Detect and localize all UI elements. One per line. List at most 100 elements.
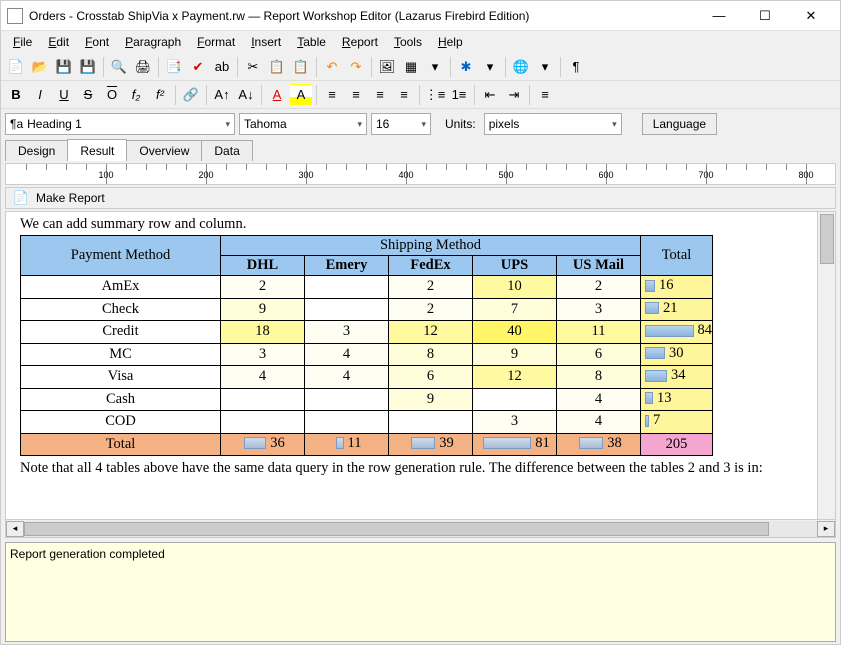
- font-shrink-icon[interactable]: A↓: [235, 84, 257, 106]
- preview-icon[interactable]: 🖨: [132, 56, 154, 78]
- cut-icon[interactable]: ✂: [242, 56, 264, 78]
- align-left-icon[interactable]: ≡: [321, 84, 343, 106]
- superscript-button[interactable]: f²: [149, 84, 171, 106]
- subscript-button[interactable]: f₂: [125, 84, 147, 106]
- table-dd-icon[interactable]: ▾: [424, 56, 446, 78]
- data-cell: 2: [557, 276, 641, 299]
- outdent-icon[interactable]: ⇤: [479, 84, 501, 106]
- indent-icon[interactable]: ⇥: [503, 84, 525, 106]
- tab-data[interactable]: Data: [201, 140, 252, 161]
- undo-icon[interactable]: ↶: [321, 56, 343, 78]
- globe-icon[interactable]: 🌐: [510, 56, 532, 78]
- underline-button[interactable]: U: [53, 84, 75, 106]
- align-justify-icon[interactable]: ≡: [393, 84, 415, 106]
- italic-button[interactable]: I: [29, 84, 51, 106]
- new-icon[interactable]: 📄: [5, 56, 27, 78]
- data-cell: 4: [557, 411, 641, 434]
- ruler[interactable]: 100200300400500600700800: [5, 163, 836, 185]
- strike-button[interactable]: S: [77, 84, 99, 106]
- data-cell: [389, 411, 473, 434]
- link-icon[interactable]: 🔗: [180, 84, 202, 106]
- options-icon[interactable]: ✱: [455, 56, 477, 78]
- align-center-icon[interactable]: ≡: [345, 84, 367, 106]
- table-row: AmEx2210216: [21, 276, 713, 299]
- hscroll-left-button[interactable]: ◂: [6, 521, 24, 537]
- menu-table[interactable]: Table: [289, 32, 334, 52]
- menu-font[interactable]: Font: [77, 32, 117, 52]
- open-icon[interactable]: 📂: [29, 56, 51, 78]
- linespace-icon[interactable]: ≡: [534, 84, 556, 106]
- row-total: 13: [641, 388, 713, 411]
- col-header: Emery: [305, 256, 389, 276]
- hscroll-thumb[interactable]: [24, 522, 769, 536]
- data-cell: 9: [473, 343, 557, 366]
- menu-edit[interactable]: Edit: [40, 32, 77, 52]
- image-icon[interactable]: 🖼: [376, 56, 398, 78]
- menu-file[interactable]: File: [5, 32, 40, 52]
- redo-icon[interactable]: ↷: [345, 56, 367, 78]
- copy-icon[interactable]: 📋: [266, 56, 288, 78]
- data-cell: 3: [305, 321, 389, 344]
- maximize-button[interactable]: ☐: [742, 1, 788, 31]
- numbering-icon[interactable]: 1≡: [448, 84, 470, 106]
- vertical-scrollbar[interactable]: [817, 212, 835, 519]
- vscroll-thumb[interactable]: [820, 214, 834, 264]
- thesaurus-icon[interactable]: ab: [211, 56, 233, 78]
- view-tabs: DesignResultOverviewData: [1, 139, 840, 161]
- find-icon[interactable]: 🔍: [108, 56, 130, 78]
- close-button[interactable]: ✕: [788, 1, 834, 31]
- hscroll-track[interactable]: [24, 521, 817, 537]
- reading-icon[interactable]: 📑: [163, 56, 185, 78]
- save-icon[interactable]: 💾: [53, 56, 75, 78]
- font-family-value: Tahoma: [244, 117, 287, 131]
- table-icon[interactable]: ▦: [400, 56, 422, 78]
- make-report-icon[interactable]: 📄: [10, 187, 32, 209]
- table-row: Credit18312401184: [21, 321, 713, 344]
- menu-help[interactable]: Help: [430, 32, 471, 52]
- font-size-value: 16: [376, 117, 389, 131]
- toolbar-style: ¶a Heading 1 ▾ Tahoma ▾ 16 ▾ Units: pixe…: [1, 109, 840, 139]
- data-cell: 2: [221, 276, 305, 299]
- font-size-combo[interactable]: 16 ▾: [371, 113, 431, 135]
- make-report-label[interactable]: Make Report: [36, 191, 105, 205]
- menu-format[interactable]: Format: [189, 32, 243, 52]
- ruler-mark: 600: [598, 170, 613, 180]
- paragraph-style-combo[interactable]: ¶a Heading 1 ▾: [5, 113, 235, 135]
- highlight-icon[interactable]: A: [290, 84, 312, 106]
- menu-report[interactable]: Report: [334, 32, 386, 52]
- paste-icon[interactable]: 📋: [290, 56, 312, 78]
- menu-tools[interactable]: Tools: [386, 32, 430, 52]
- language-button[interactable]: Language: [642, 113, 717, 135]
- overline-button[interactable]: O: [101, 84, 123, 106]
- data-cell: [473, 388, 557, 411]
- tab-design[interactable]: Design: [5, 140, 68, 161]
- chevron-down-icon: ▾: [357, 119, 362, 130]
- chevron-down-icon: ▾: [612, 119, 617, 130]
- data-cell: [221, 411, 305, 434]
- align-right-icon[interactable]: ≡: [369, 84, 391, 106]
- tab-result[interactable]: Result: [67, 139, 127, 161]
- data-cell: 4: [221, 366, 305, 389]
- options-dd-icon[interactable]: ▾: [479, 56, 501, 78]
- col-total: 11: [305, 433, 389, 456]
- tab-overview[interactable]: Overview: [126, 140, 202, 161]
- bullets-icon[interactable]: ⋮≡: [424, 84, 446, 106]
- menu-insert[interactable]: Insert: [243, 32, 289, 52]
- font-grow-icon[interactable]: A↑: [211, 84, 233, 106]
- font-family-combo[interactable]: Tahoma ▾: [239, 113, 367, 135]
- data-cell: 6: [557, 343, 641, 366]
- units-combo[interactable]: pixels ▾: [484, 113, 622, 135]
- bold-button[interactable]: B: [5, 84, 27, 106]
- ruler-mark: 500: [498, 170, 513, 180]
- minimize-button[interactable]: —: [696, 1, 742, 31]
- hscroll-right-button[interactable]: ▸: [817, 521, 835, 537]
- font-color-icon[interactable]: A: [266, 84, 288, 106]
- spell-icon[interactable]: ✔: [187, 56, 209, 78]
- globe-dd-icon[interactable]: ▾: [534, 56, 556, 78]
- data-cell: 2: [389, 298, 473, 321]
- horizontal-scrollbar[interactable]: ◂ ▸: [6, 519, 835, 537]
- data-cell: 4: [557, 388, 641, 411]
- pilcrow-icon[interactable]: ¶: [565, 56, 587, 78]
- menu-paragraph[interactable]: Paragraph: [117, 32, 189, 52]
- save-as-icon[interactable]: 💾: [77, 56, 99, 78]
